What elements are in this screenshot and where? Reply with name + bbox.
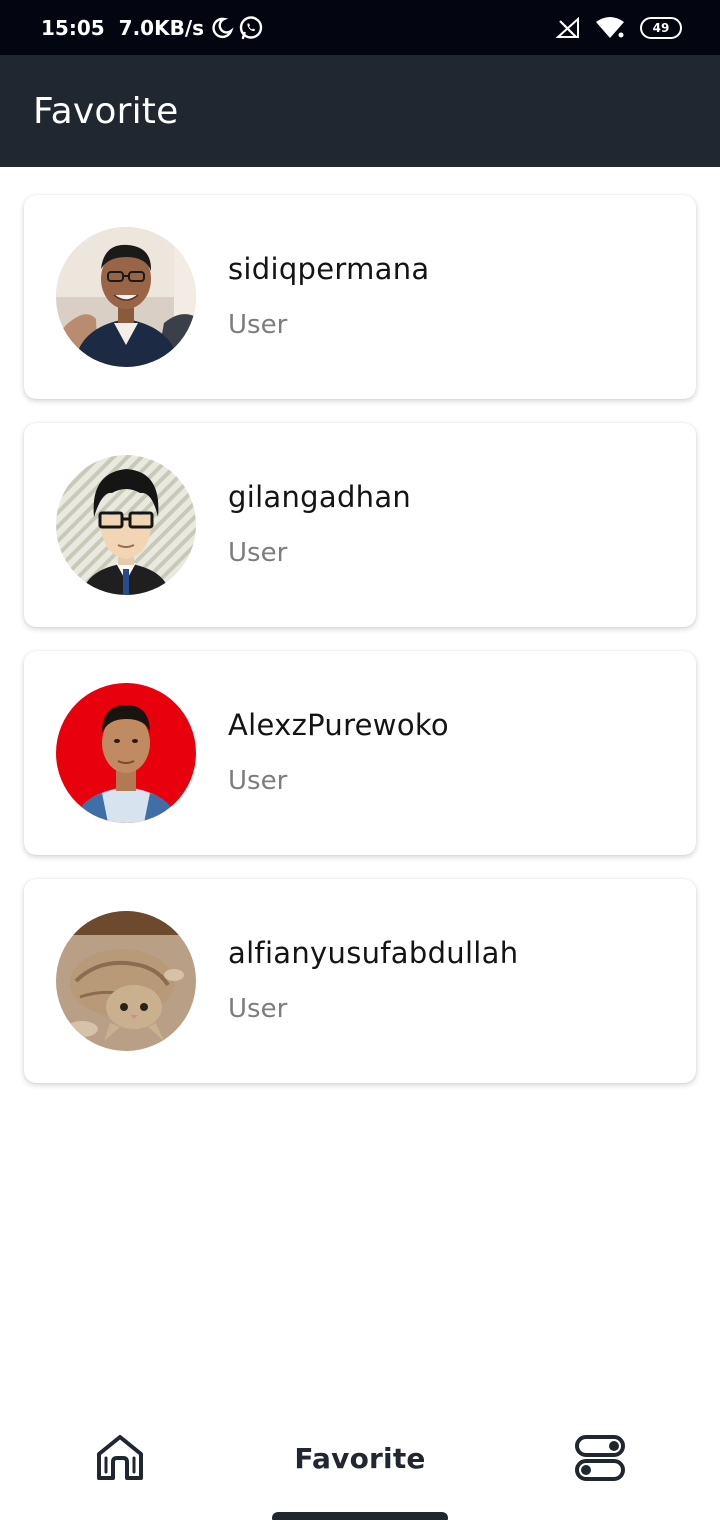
user-role: User [228, 538, 288, 568]
user-role: User [228, 766, 288, 796]
username: AlexzPurewoko [228, 708, 449, 742]
notification-icons [210, 15, 264, 41]
avatar [56, 455, 196, 595]
avatar [56, 683, 196, 823]
username: gilangadhan [228, 480, 412, 514]
username: sidiqpermana [228, 252, 430, 286]
battery-icon: 49 [640, 16, 682, 39]
card-text: AlexzPurewoko User [228, 708, 449, 796]
settings-toggle-icon [575, 1435, 625, 1481]
clock: 15:05 [41, 15, 105, 40]
favorite-user-card[interactable]: AlexzPurewoko User [24, 651, 696, 855]
card-text: gilangadhan User [228, 480, 411, 568]
app-bar: Favorite [0, 55, 720, 167]
avatar [56, 227, 196, 367]
favorite-user-card[interactable]: gilangadhan User [24, 423, 696, 627]
favorite-list: sidiqpermana User gilangadhan User Alexz… [24, 195, 696, 1107]
favorite-user-card[interactable]: alfianyusufabdullah User [24, 879, 696, 1083]
nav-settings[interactable] [560, 1410, 640, 1506]
page-title: Favorite [33, 90, 179, 132]
wifi-icon [596, 16, 624, 38]
status-right: 49 [556, 16, 682, 39]
network-speed: 7.0KB/s [118, 15, 205, 40]
battery-level: 49 [652, 20, 670, 35]
bottom-navigation: Favorite [0, 1410, 720, 1506]
avatar [56, 911, 196, 1051]
nav-favorite[interactable]: Favorite [260, 1410, 460, 1506]
home-icon [97, 1435, 143, 1480]
user-role: User [228, 994, 288, 1024]
user-role: User [228, 310, 288, 340]
whatsapp-icon [239, 15, 263, 39]
status-bar: 15:05 7.0KB/s 49 [0, 0, 720, 55]
favorite-user-card[interactable]: sidiqpermana User [24, 195, 696, 399]
status-left: 15:05 7.0KB/s [41, 15, 264, 41]
card-text: sidiqpermana User [228, 252, 429, 340]
nav-favorite-label: Favorite [294, 1441, 426, 1475]
nav-home[interactable] [80, 1410, 160, 1506]
card-text: alfianyusufabdullah User [228, 936, 518, 1024]
signal-icon [556, 16, 579, 38]
username: alfianyusufabdullah [228, 936, 519, 970]
moon-icon [212, 17, 234, 38]
gesture-bar[interactable] [272, 1512, 448, 1520]
